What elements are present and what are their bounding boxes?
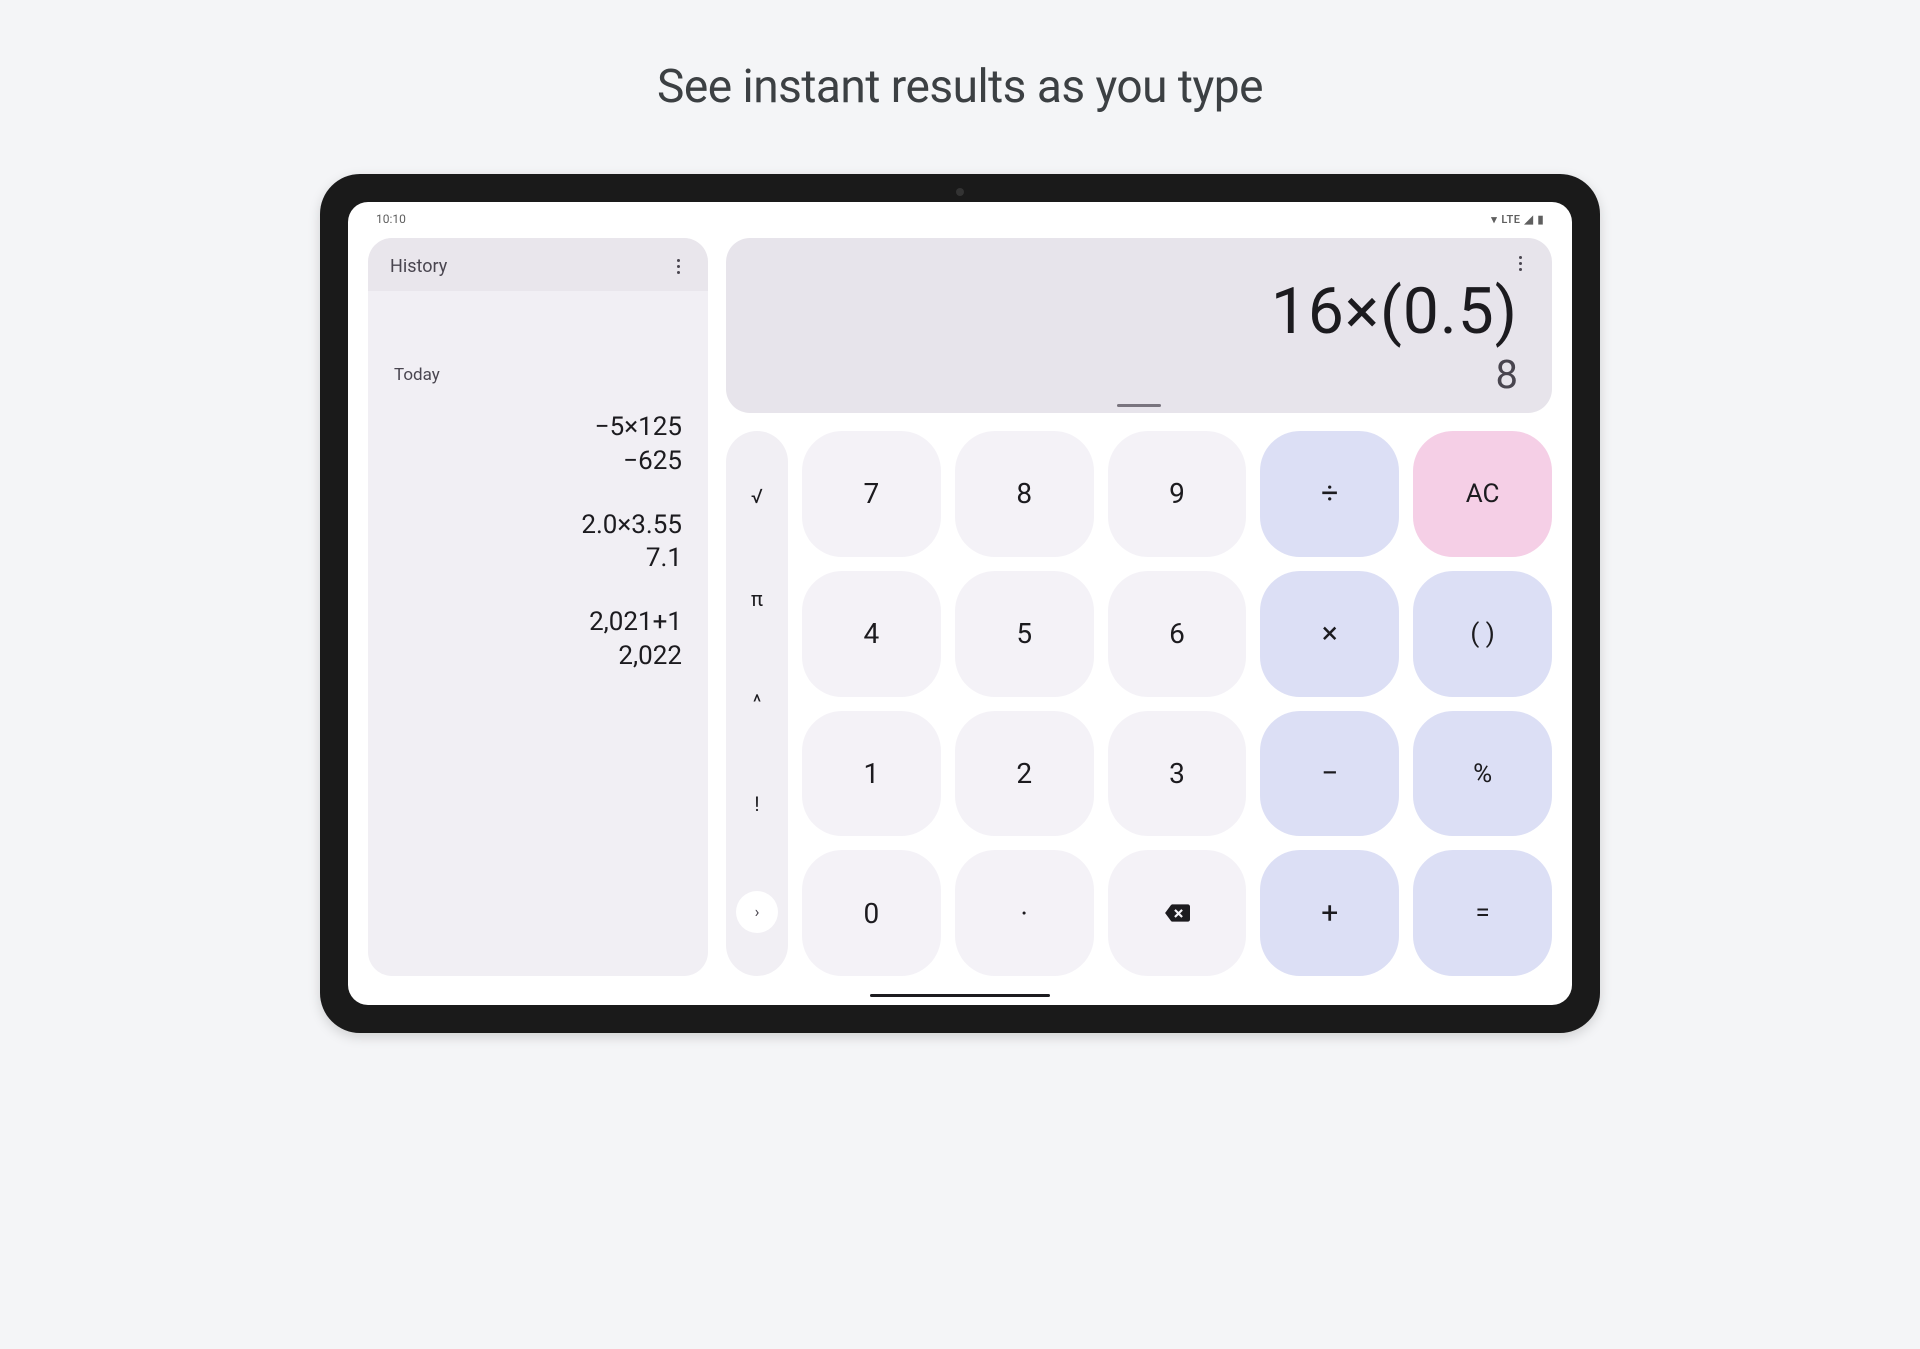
- calculator-panel: 16×(0.5) 8 √ π ^ ! › 7 8: [726, 238, 1552, 976]
- display-drag-handle[interactable]: [1117, 404, 1161, 407]
- history-expression: 2,021+1: [394, 606, 682, 640]
- tablet-frame: 10:10 ▾ LTE ◢ ▮ History Today: [320, 174, 1600, 1033]
- digit-8-button[interactable]: 8: [955, 431, 1094, 557]
- power-button[interactable]: ^: [726, 680, 788, 724]
- history-result: 7.1: [394, 542, 682, 576]
- history-header: History: [368, 238, 708, 291]
- history-body: Today −5×125 −625 2.0×3.55 7.1 2,021+1 2…: [368, 291, 708, 976]
- display-result: 8: [754, 351, 1524, 398]
- display-expression: 16×(0.5): [754, 274, 1524, 349]
- status-right: ▾ LTE ◢ ▮: [1491, 213, 1544, 226]
- add-button[interactable]: +: [1260, 850, 1399, 976]
- all-clear-button[interactable]: AC: [1413, 431, 1552, 557]
- parentheses-button[interactable]: ( ): [1413, 571, 1552, 697]
- keypad: 7 8 9 ÷ AC 4 5 6 × ( ) 1 2 3: [802, 431, 1552, 976]
- history-panel: History Today −5×125 −625 2.0×3.55 7.1: [368, 238, 708, 976]
- status-bar: 10:10 ▾ LTE ◢ ▮: [348, 202, 1572, 230]
- history-result: 2,022: [394, 640, 682, 674]
- backspace-button[interactable]: [1108, 850, 1247, 976]
- divide-button[interactable]: ÷: [1260, 431, 1399, 557]
- digit-0-button[interactable]: 0: [802, 850, 941, 976]
- signal-icon: ◢: [1524, 213, 1533, 226]
- scientific-column: √ π ^ ! ›: [726, 431, 788, 976]
- display: 16×(0.5) 8: [726, 238, 1552, 413]
- keypad-area: √ π ^ ! › 7 8 9 ÷ AC 4: [726, 431, 1552, 976]
- subtract-button[interactable]: −: [1260, 711, 1399, 837]
- digit-7-button[interactable]: 7: [802, 431, 941, 557]
- pi-button[interactable]: π: [726, 577, 788, 621]
- history-expression: 2.0×3.55: [394, 509, 682, 543]
- sqrt-button[interactable]: √: [726, 474, 788, 518]
- history-item[interactable]: 2.0×3.55 7.1: [394, 509, 682, 577]
- headline-text: See instant results as you type: [657, 60, 1263, 114]
- expand-scientific-button[interactable]: ›: [736, 891, 778, 933]
- battery-icon: ▮: [1537, 213, 1544, 226]
- digit-9-button[interactable]: 9: [1108, 431, 1247, 557]
- factorial-button[interactable]: !: [726, 782, 788, 826]
- screen: 10:10 ▾ LTE ◢ ▮ History Today: [348, 202, 1572, 1005]
- history-result: −625: [394, 445, 682, 479]
- percent-button[interactable]: %: [1413, 711, 1552, 837]
- history-item[interactable]: −5×125 −625: [394, 411, 682, 479]
- backspace-icon: [1164, 900, 1190, 926]
- digit-3-button[interactable]: 3: [1108, 711, 1247, 837]
- digit-2-button[interactable]: 2: [955, 711, 1094, 837]
- history-expression: −5×125: [394, 411, 682, 445]
- history-title: History: [390, 256, 447, 277]
- history-group-label: Today: [394, 365, 682, 385]
- digit-6-button[interactable]: 6: [1108, 571, 1247, 697]
- status-time: 10:10: [376, 212, 406, 226]
- digit-5-button[interactable]: 5: [955, 571, 1094, 697]
- nav-handle[interactable]: [870, 994, 1050, 997]
- history-item[interactable]: 2,021+1 2,022: [394, 606, 682, 674]
- equals-button[interactable]: =: [1413, 850, 1552, 976]
- app-area: History Today −5×125 −625 2.0×3.55 7.1: [348, 230, 1572, 990]
- display-menu-button[interactable]: [1512, 256, 1528, 271]
- wifi-icon: ▾: [1491, 213, 1497, 226]
- history-menu-button[interactable]: [670, 259, 686, 274]
- digit-4-button[interactable]: 4: [802, 571, 941, 697]
- camera-icon: [956, 188, 964, 196]
- decimal-button[interactable]: ·: [955, 850, 1094, 976]
- network-label: LTE: [1501, 213, 1520, 226]
- digit-1-button[interactable]: 1: [802, 711, 941, 837]
- multiply-button[interactable]: ×: [1260, 571, 1399, 697]
